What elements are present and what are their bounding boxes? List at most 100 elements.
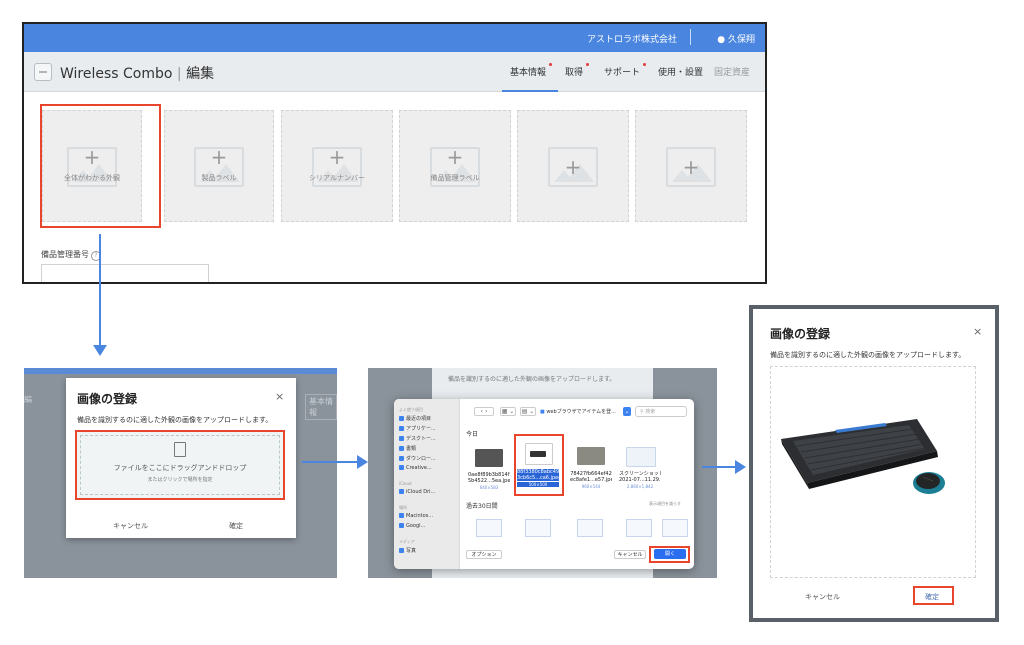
sidebar-section-icloud: iCloud <box>399 481 412 486</box>
image-slot-serial-number[interactable]: + シリアルナンバー <box>281 110 393 222</box>
section-past-30-days: 過去30日間 <box>466 503 498 510</box>
add-icon: + <box>564 155 582 179</box>
add-icon: + <box>682 155 700 179</box>
tab-basic-info[interactable]: 基本情報 <box>510 63 553 78</box>
sidebar-item-desktop[interactable]: デスクトー... <box>399 435 436 442</box>
tab-support[interactable]: サポート <box>604 63 647 78</box>
upload-modal-screen: 編 基本情報 画像の登録 × 備品を識別するのに適した外観の画像をアップロードし… <box>24 368 337 578</box>
add-icon: + <box>328 145 346 169</box>
sidebar-item-recents[interactable]: 最近の項目 <box>399 415 431 422</box>
file-thumbnail[interactable] <box>662 519 688 537</box>
confirm-button[interactable]: 確定 <box>925 592 939 602</box>
show-less-link[interactable]: 表示項目を減らす <box>649 501 681 507</box>
file-thumbnail[interactable] <box>525 519 551 537</box>
file-thumbnail[interactable] <box>476 519 502 537</box>
file-open-dialog: よく使う項目 最近の項目 アプリケー... デスクトー... 書類 ダウンロー.… <box>394 399 694 569</box>
item-name: Wireless Combo <box>60 66 173 82</box>
cancel-button[interactable]: キャンセル <box>614 550 646 559</box>
tab-usage-installation[interactable]: 使用・設置 <box>658 65 703 78</box>
options-button[interactable]: オプション <box>466 550 502 559</box>
file-thumbnail[interactable] <box>577 519 603 537</box>
sidebar-item-documents[interactable]: 書類 <box>399 445 416 452</box>
file-drop-zone[interactable]: ファイルをここにドラッグアンドドロップ またはクリックで場所を指定 <box>75 430 285 500</box>
drop-zone-border: ファイルをここにドラッグアンドドロップ またはクリックで場所を指定 <box>80 435 280 495</box>
file-thumbnail[interactable] <box>626 519 652 537</box>
sidebar-item-downloads[interactable]: ダウンロー... <box>399 455 436 462</box>
sidebar-item-macintosh[interactable]: Macintos... <box>399 513 433 519</box>
file-icon <box>174 442 186 457</box>
image-preview[interactable] <box>770 366 976 578</box>
sidebar-item-photos[interactable]: 写真 <box>399 547 416 554</box>
file-dimensions: 960×544 <box>581 484 601 489</box>
page-header: Wireless Combo | 編集 基本情報 取得 サポート 使用・設置 固… <box>24 52 765 92</box>
flow-arrow-head <box>93 345 107 356</box>
image-slot-label: 製品ラベル <box>201 174 237 182</box>
flow-arrow-head <box>735 460 746 474</box>
confirm-button[interactable]: 確定 <box>229 521 243 531</box>
close-icon[interactable]: × <box>973 325 982 338</box>
item-icon <box>34 63 52 81</box>
disk-icon <box>399 513 404 518</box>
bg-text: 編 <box>24 395 32 404</box>
desktop-icon <box>399 436 404 441</box>
list-view-button[interactable]: ▤ ⌄ <box>520 407 536 416</box>
result-modal-screen: 画像の登録 × 備品を識別するのに適した外観の画像をアップロードします。 キャン… <box>749 305 999 622</box>
modal-title: 画像の登録 <box>770 327 831 341</box>
user-name: 久保翔 <box>727 35 755 45</box>
sidebar-item-icloud-drive[interactable]: iCloud Dri... <box>399 489 435 495</box>
tab-fixed-assets[interactable]: 固定資産 <box>714 65 750 78</box>
image-slot-product-label[interactable]: + 製品ラベル <box>164 110 274 222</box>
active-tab-indicator <box>502 90 558 92</box>
drop-zone-subtext: またはクリックで場所を指定 <box>147 477 213 483</box>
sidebar-item-applications[interactable]: アプリケー... <box>399 425 436 432</box>
highlight-box <box>40 104 161 228</box>
modal-description: 備品を識別するのに適した外観の画像をアップロードします。 <box>77 416 273 424</box>
mode-label: 編集 <box>186 66 215 82</box>
bg-tab: 基本情報 <box>305 394 337 420</box>
clock-icon <box>399 416 404 421</box>
image-slot-6[interactable]: + <box>635 110 747 222</box>
file-dimensions: 500×500 <box>517 482 559 487</box>
cloud-icon <box>399 489 404 494</box>
folder-icon: ■ <box>540 409 545 415</box>
cancel-button[interactable]: キャンセル <box>805 592 840 602</box>
close-icon[interactable]: × <box>275 390 284 403</box>
file-thumbnail[interactable] <box>577 447 605 465</box>
user-menu[interactable]: ● 久保翔 <box>717 32 755 45</box>
flow-arrow-line <box>99 234 101 346</box>
download-icon <box>399 456 404 461</box>
file-thumbnail[interactable] <box>475 449 503 467</box>
file-name-selected: 88f3380c8abc49 3cb6c5...ca6.jpeg <box>517 469 559 481</box>
asset-number-label: 備品管理番号? <box>41 249 101 261</box>
cancel-button[interactable]: キャンセル <box>113 521 148 531</box>
bg-text: 備品を識別するのに適した外観の画像をアップロードします。 <box>448 376 616 383</box>
image-slot-asset-label[interactable]: + 備品管理ラベル <box>399 110 511 222</box>
tab-acquisition[interactable]: 取得 <box>565 63 590 78</box>
apps-icon <box>399 426 404 431</box>
user-icon: ● <box>717 35 728 45</box>
photos-icon <box>399 548 404 553</box>
flow-arrow-line <box>702 466 736 468</box>
file-thumbnail[interactable] <box>626 447 656 467</box>
section-today: 今日 <box>466 431 479 438</box>
drop-zone-text: ファイルをここにドラッグアンドドロップ <box>113 464 247 472</box>
image-slot-5[interactable]: + <box>517 110 629 222</box>
asset-number-input[interactable] <box>41 264 209 282</box>
file-icon <box>399 465 404 470</box>
sidebar-item-google[interactable]: Googl... <box>399 523 425 529</box>
open-button[interactable]: 開く <box>654 549 686 559</box>
file-thumbnail-selected[interactable] <box>525 443 553 465</box>
bg-top-bar <box>24 368 337 374</box>
folder-selector[interactable]: ■ webブラウザでアイテムを登... <box>540 408 616 415</box>
back-forward-buttons[interactable]: ‹ › <box>474 407 494 416</box>
search-input[interactable]: ⚲ 検索 <box>635 406 687 417</box>
sidebar-item-creative[interactable]: Creative... <box>399 465 432 471</box>
add-icon: + <box>446 145 464 169</box>
file-name: 0ae8f89b3b814f2 5b4522...5ea.jpeg <box>468 472 510 484</box>
top-bar: アストロラボ株式会社 ● 久保翔 <box>24 24 765 52</box>
icon-view-button[interactable]: ▦ ⌄ <box>500 407 516 416</box>
flow-arrow-head <box>357 455 368 469</box>
file-picker-screen: 備品を識別するのに適した外観の画像をアップロードします。 よく使う項目 最近の項… <box>368 368 717 578</box>
sidebar-section-locations: 場所 <box>399 505 407 510</box>
chevron-down-icon[interactable]: ⌄ <box>623 407 631 416</box>
